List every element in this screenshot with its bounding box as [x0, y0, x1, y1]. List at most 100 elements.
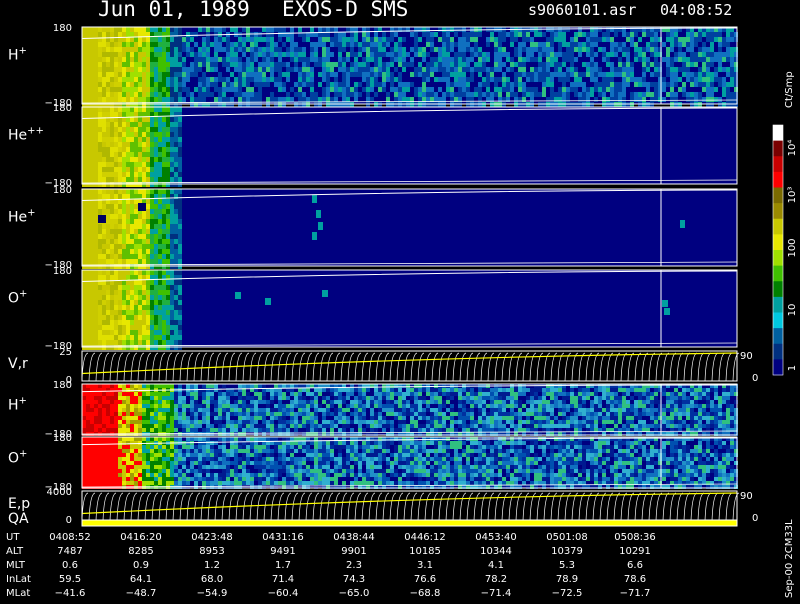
spectrogram-cell — [126, 408, 130, 412]
spectrogram-cell — [326, 404, 330, 408]
spectrogram-cell — [310, 67, 314, 72]
spectrogram-cell — [234, 47, 238, 52]
spectrogram-cell — [178, 77, 182, 82]
spectrogram-cell — [382, 416, 386, 420]
spectrogram-cell — [722, 57, 726, 62]
spectrogram-chart: Jun 01, 1989 EXOS-D SMS s9060101.asr 04:… — [0, 0, 800, 600]
spectrogram-cell — [398, 52, 402, 57]
spectrogram-cell — [426, 37, 430, 42]
spectrogram-cell — [558, 72, 562, 77]
spectrogram-cell — [218, 420, 222, 424]
spectrogram-cell — [726, 47, 730, 52]
spectrogram-cell — [478, 32, 482, 37]
spectrogram-cell — [426, 67, 430, 72]
spectrogram-cell — [586, 87, 590, 92]
spectrogram-cell — [282, 396, 286, 400]
spectrogram-cell — [326, 27, 330, 32]
spectrogram-cell — [630, 97, 634, 102]
spectrogram-cell — [386, 72, 390, 77]
spectrogram-cell — [274, 42, 278, 47]
spectrogram-cell — [178, 122, 182, 127]
spectrogram-cell — [622, 92, 626, 97]
spectrogram-cell — [150, 412, 154, 416]
spectrogram-cell — [106, 396, 110, 400]
spectrogram-cell — [374, 77, 378, 82]
spectrogram-cell — [322, 412, 326, 416]
spectrogram-cell — [130, 259, 134, 264]
spectrogram-cell — [626, 424, 630, 428]
spectrogram-cell — [246, 424, 250, 428]
spectrogram-cell — [110, 132, 114, 137]
spectrogram-cell — [114, 219, 118, 224]
spectrogram-cell — [302, 408, 306, 412]
spectrogram-cell — [678, 67, 682, 72]
spectrogram-cell — [402, 37, 406, 42]
spectrogram-cell — [534, 42, 538, 47]
spectrogram-cell — [238, 408, 242, 412]
spectrogram-cell — [374, 62, 378, 67]
spectrogram-cell — [258, 412, 262, 416]
spectrogram-cell — [278, 408, 282, 412]
spectrogram-cell — [290, 392, 294, 396]
spectrogram-cell — [126, 82, 130, 87]
spectrogram-cell — [586, 62, 590, 67]
spectrogram-cell — [98, 194, 102, 199]
spectrogram-cell — [422, 428, 426, 432]
spectrogram-cell — [142, 270, 146, 275]
spectrogram-cell — [522, 388, 526, 392]
spectrogram-cell — [442, 92, 446, 97]
spectrogram-cell — [570, 388, 574, 392]
spectrogram-cell — [166, 224, 170, 229]
spectrogram-cell — [314, 392, 318, 396]
spectrogram-cell — [362, 420, 366, 424]
spectrogram-cell — [486, 92, 490, 97]
spectrogram-cell — [518, 72, 522, 77]
spectrogram-cell — [134, 224, 138, 229]
spectrogram-cell — [126, 42, 130, 47]
spectrogram-cell — [162, 396, 166, 400]
spectrogram-cell — [438, 424, 442, 428]
spectrogram-cell — [430, 32, 434, 37]
spectrogram-cell — [350, 392, 354, 396]
spectrogram-cell — [98, 97, 102, 102]
spectrogram-cell — [138, 194, 142, 199]
spectrogram-cell — [322, 92, 326, 97]
spectrogram-cell — [102, 325, 106, 330]
spectrogram-cell — [674, 82, 678, 87]
spectrogram-cell — [202, 428, 206, 432]
spectrogram-cell — [106, 416, 110, 420]
spectrogram-cell — [342, 72, 346, 77]
spectrogram-cell — [234, 404, 238, 408]
spectrogram-cell — [146, 87, 150, 92]
spectrogram-cell — [270, 77, 274, 82]
spectrogram-cell — [138, 412, 142, 416]
spectrogram-cell — [98, 82, 102, 87]
spectrogram-cell — [550, 37, 554, 42]
spectrogram-cell — [90, 77, 94, 82]
spectrogram-cell — [402, 416, 406, 420]
spectrogram-cell — [134, 42, 138, 47]
spectrogram-cell — [498, 52, 502, 57]
spectrogram-cell — [162, 285, 166, 290]
spectrogram-cell — [162, 162, 166, 167]
spectrogram-cell — [726, 42, 730, 47]
spectrogram-cell — [174, 77, 178, 82]
spectrogram-cell — [126, 214, 130, 219]
spectrogram-cell — [150, 137, 154, 142]
spectrogram-cell — [606, 392, 610, 396]
spectrogram-cell — [438, 400, 442, 404]
spectrogram-cell — [178, 199, 182, 204]
spectrogram-cell — [138, 177, 142, 182]
spectrogram-cell — [102, 254, 106, 259]
spectrogram-cell — [698, 32, 702, 37]
spectrogram-cell — [90, 335, 94, 340]
spectrogram-cell — [290, 408, 294, 412]
spectrogram-cell — [122, 340, 126, 345]
spectrogram-cell — [94, 428, 98, 432]
spectrogram-cell — [454, 27, 458, 32]
spectrogram-cell — [94, 152, 98, 157]
spectrogram-cell — [346, 27, 350, 32]
spectrogram-cell — [90, 122, 94, 127]
spectrogram-cell — [82, 424, 86, 428]
spectrogram-cell — [250, 428, 254, 432]
